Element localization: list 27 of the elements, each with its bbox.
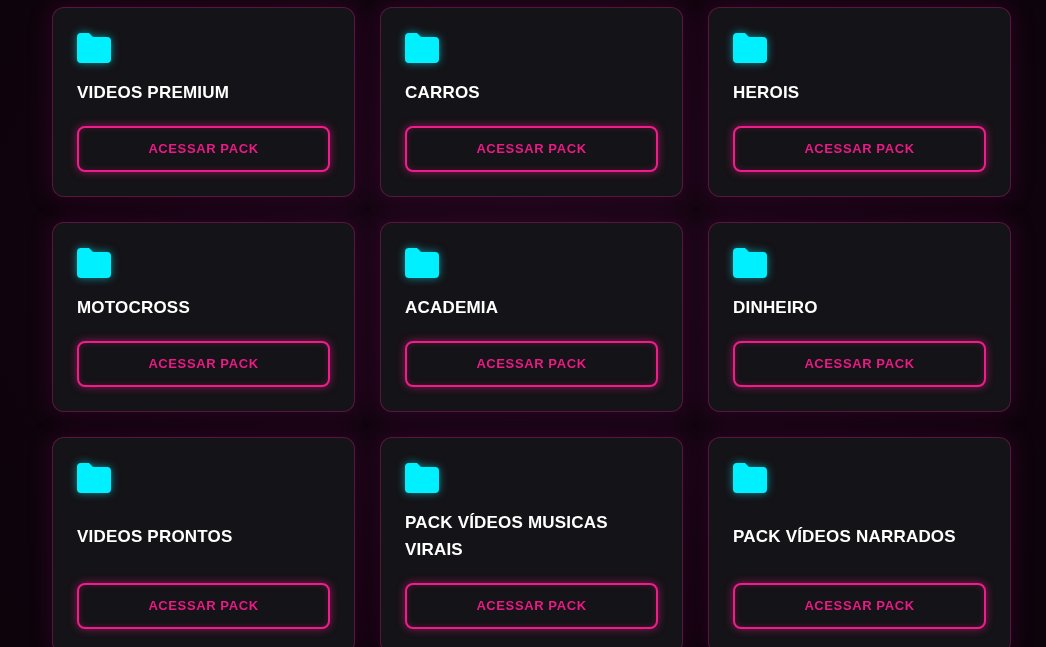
folder-icon bbox=[733, 33, 767, 63]
pack-title: HEROIS bbox=[733, 82, 800, 104]
access-pack-button[interactable]: ACESSAR PACK bbox=[405, 583, 658, 629]
access-pack-button[interactable]: ACESSAR PACK bbox=[733, 126, 986, 172]
access-pack-button[interactable]: ACESSAR PACK bbox=[77, 126, 330, 172]
pack-title: VIDEOS PREMIUM bbox=[77, 82, 230, 104]
folder-icon bbox=[733, 463, 767, 493]
pack-title: ACADEMIA bbox=[405, 297, 499, 319]
access-pack-button[interactable]: ACESSAR PACK bbox=[405, 126, 658, 172]
folder-icon bbox=[77, 33, 111, 63]
folder-icon bbox=[405, 248, 439, 278]
access-pack-button[interactable]: ACESSAR PACK bbox=[77, 341, 330, 387]
pack-title: VIDEOS PRONTOS bbox=[77, 525, 233, 548]
access-pack-button[interactable]: ACESSAR PACK bbox=[77, 583, 330, 629]
access-pack-button[interactable]: ACESSAR PACK bbox=[405, 341, 658, 387]
folder-icon bbox=[77, 248, 111, 278]
access-pack-button[interactable]: ACESSAR PACK bbox=[733, 583, 986, 629]
pack-title: DINHEIRO bbox=[733, 297, 818, 319]
folder-icon bbox=[733, 248, 767, 278]
pack-title: CARROS bbox=[405, 82, 480, 104]
pack-title: MOTOCROSS bbox=[77, 297, 190, 319]
folder-icon bbox=[405, 33, 439, 63]
pack-title: PACK VÍDEOS MUSICAS VIRAIS bbox=[405, 512, 609, 561]
pack-title: PACK VÍDEOS NARRADOS bbox=[733, 525, 956, 548]
folder-icon bbox=[77, 463, 111, 493]
folder-icon bbox=[405, 463, 439, 493]
access-pack-button[interactable]: ACESSAR PACK bbox=[733, 341, 986, 387]
